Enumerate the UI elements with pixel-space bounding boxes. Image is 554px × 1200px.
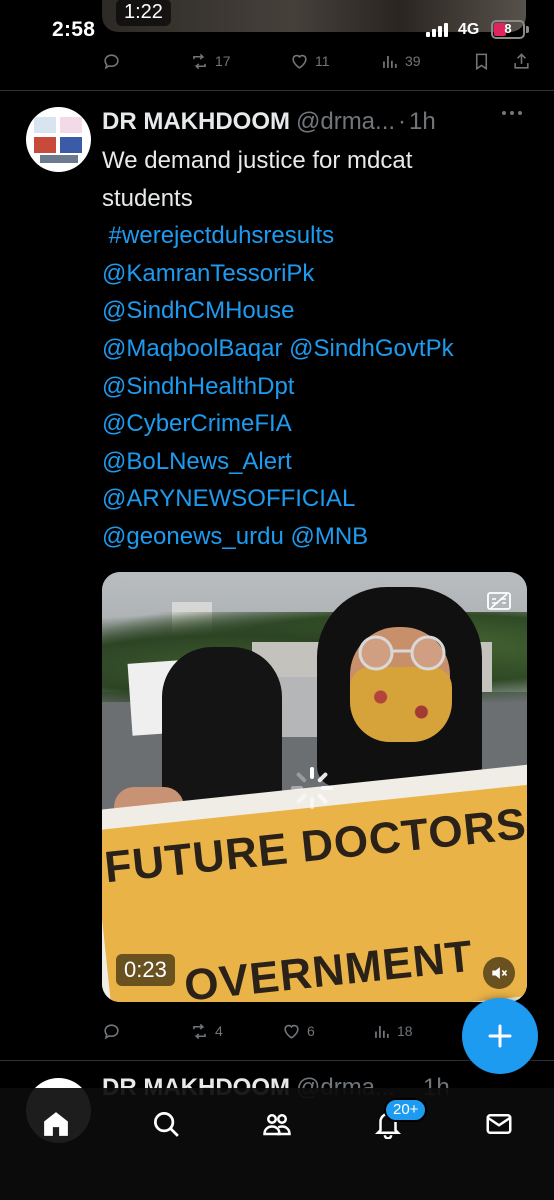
views-button[interactable]: 18	[372, 1022, 464, 1041]
tweet-header: DR MAKHDOOM @drma... · 1h	[102, 107, 532, 137]
like-count: 6	[307, 1023, 315, 1039]
avatar[interactable]	[26, 107, 91, 172]
home-icon	[44, 1112, 68, 1136]
status-time: 2:58	[52, 18, 96, 41]
mute-icon[interactable]	[483, 957, 515, 989]
nav-home[interactable]	[36, 1104, 76, 1144]
tweet-text-line: We demand justice for mdcat	[102, 147, 413, 174]
author-handle[interactable]: @drma...	[296, 108, 395, 136]
tweet-text: We demand justice for mdcat students #we…	[102, 142, 532, 556]
banner-text: FUTURE DOCTORS	[102, 799, 527, 893]
video-face-mask	[350, 667, 452, 742]
compose-button[interactable]	[462, 998, 538, 1074]
video-glasses	[358, 635, 446, 671]
loading-spinner-icon	[291, 767, 333, 809]
video-duration: 0:23	[116, 954, 175, 986]
network-type: 4G	[458, 21, 480, 38]
mention-link[interactable]: @SindhCMHouse	[102, 292, 532, 330]
captions-icon[interactable]	[487, 592, 511, 610]
tweet-divider	[0, 90, 554, 91]
search-icon	[154, 1112, 179, 1137]
header-separator: ·	[398, 108, 407, 135]
tweet-text-line: students	[102, 184, 193, 212]
views-icon	[375, 1025, 389, 1038]
reply-icon	[104, 1023, 119, 1040]
views-count: 18	[397, 1023, 413, 1039]
mention-link[interactable]: @ARYNEWSOFFICIAL	[102, 480, 532, 518]
mention-link[interactable]: @SindhHealthDpt	[102, 368, 532, 406]
tweet-video[interactable]: FUTURE DOCTORS OVERNMENT 0:23	[102, 572, 527, 1002]
avatar-collage	[34, 117, 82, 163]
like-button[interactable]: 6	[282, 1022, 372, 1041]
compose-icon	[488, 1024, 512, 1048]
mention-link[interactable]: @BoLNews_Alert	[102, 443, 532, 481]
nav-messages[interactable]	[479, 1104, 519, 1144]
battery-tip	[526, 26, 529, 33]
status-bar: 2:58 4G 8	[0, 0, 554, 62]
tweet-time: 1h	[409, 108, 436, 135]
mention-link[interactable]: @geonews_urdu @MNB	[102, 518, 532, 556]
notifications-badge: 20+	[384, 1098, 428, 1122]
mention-link[interactable]: @KamranTessoriPk	[102, 255, 532, 293]
author-name[interactable]: DR MAKHDOOM	[102, 108, 290, 136]
like-icon	[284, 1024, 299, 1039]
reply-button[interactable]	[102, 1022, 190, 1041]
mention-link[interactable]: @CyberCrimeFIA	[102, 405, 532, 443]
battery-level: 8	[504, 21, 512, 36]
retweet-icon	[193, 1023, 206, 1039]
more-icon[interactable]	[502, 111, 522, 115]
signal-icon	[426, 23, 448, 37]
retweet-button[interactable]: 4	[190, 1022, 282, 1041]
retweet-count: 4	[215, 1023, 223, 1039]
messages-icon	[486, 1114, 512, 1134]
mention-link[interactable]: @MaqboolBaqar @SindhGovtPk	[102, 330, 532, 368]
battery-icon: 8	[491, 20, 525, 39]
communities-icon	[263, 1114, 291, 1136]
bottom-nav: 20+	[0, 1088, 554, 1200]
nav-communities[interactable]	[257, 1104, 297, 1144]
nav-search[interactable]	[146, 1104, 186, 1144]
hashtag-link[interactable]: #werejectduhsresults	[102, 217, 532, 255]
